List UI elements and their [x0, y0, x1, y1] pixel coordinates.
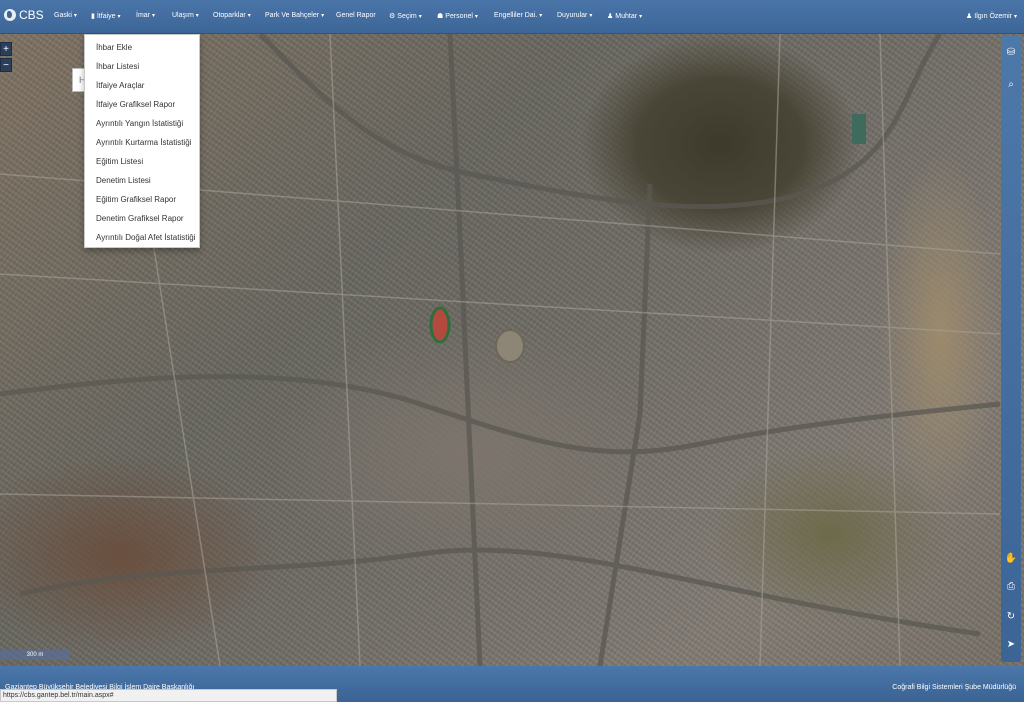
brand-label: CBS [19, 8, 44, 22]
caret-down-icon: ▾ [152, 13, 156, 19]
top-navbar: CBS Gaski ▾ ▮ İtfaiye ▾ İmar ▾ Ulaşım ▾ Otop… [0, 0, 1024, 34]
gear-icon: ⚙ [389, 13, 396, 20]
menu-item[interactable]: Ayrıntılı Kurtarma İstatistiği [96, 138, 191, 147]
menu-item[interactable]: Denetim Listesi [96, 176, 151, 185]
caret-down-icon: ▾ [1014, 13, 1018, 20]
nav-gaski[interactable]: Gaski ▾ [54, 12, 77, 19]
nav-genel-rapor[interactable]: Genel Rapor [336, 12, 376, 19]
caret-down-icon: ▾ [639, 13, 643, 20]
caret-down-icon: ▾ [117, 13, 121, 20]
menu-item[interactable]: İtfaiye Grafiksel Rapor [96, 100, 175, 109]
nav-engelliler[interactable]: Engelliler Dai. ▾ [494, 12, 542, 19]
zoom-in-button[interactable]: + [0, 42, 12, 56]
caret-down-icon: ▾ [539, 13, 543, 19]
caret-down-icon: ▾ [247, 13, 251, 19]
brand[interactable]: CBS [4, 8, 44, 22]
layers-icon[interactable]: ⛁ [1001, 44, 1021, 62]
locate-icon[interactable]: ➤ [1001, 636, 1021, 654]
caret-down-icon: ▾ [474, 13, 478, 20]
menu-item[interactable]: Denetim Grafiksel Rapor [96, 214, 184, 223]
menu-item[interactable]: Eğitim Listesi [96, 157, 143, 166]
nav-personel[interactable]: ☗ Personel ▾ [437, 12, 478, 21]
menu-item[interactable]: Ayrıntılı Doğal Afet İstatistiği [96, 233, 195, 242]
nav-duyurular[interactable]: Duyurular ▾ [557, 12, 592, 19]
menu-item[interactable]: İtfaiye Araçlar [96, 81, 144, 90]
nav-park-ve-bahceler[interactable]: Park Ve Bahçeler ▾ [265, 12, 324, 19]
user-name: Ilgın Özemir [974, 12, 1013, 20]
nav-label: Muhtar [615, 12, 638, 20]
user-icon: ♟ [607, 13, 614, 20]
scale-bar: 300 m [0, 650, 70, 660]
nav-label: Seçim [397, 12, 417, 20]
fire-icon: ▮ [91, 13, 95, 20]
nav-otoparklar[interactable]: Otoparklar ▾ [213, 12, 251, 19]
globe-icon [4, 9, 16, 21]
user-icon: ♟ [966, 13, 973, 20]
refresh-icon[interactable]: ↻ [1001, 608, 1021, 626]
nav-label: Otoparklar [213, 12, 246, 19]
menu-item[interactable]: Eğitim Grafiksel Rapor [96, 195, 176, 204]
nav-label: Ulaşım [172, 12, 194, 19]
menu-item[interactable]: Ayrıntılı Yangın İstatistiği [96, 119, 183, 128]
nav-label: Duyurular [557, 12, 588, 19]
nav-label: Genel Rapor [336, 12, 376, 19]
caret-down-icon: ▾ [195, 13, 199, 19]
footer-right-text: Coğrafi Bilgi Sistemleri Şube Müdürlüğü [892, 684, 1016, 691]
nav-muhtar[interactable]: ♟ Muhtar ▾ [607, 12, 643, 21]
menu-item[interactable]: İhbar Listesi [96, 62, 139, 71]
caret-down-icon: ▾ [418, 13, 422, 20]
caret-down-icon: ▾ [73, 13, 77, 19]
user-menu[interactable]: ♟ Ilgın Özemir ▾ [966, 12, 1018, 21]
caret-down-icon: ▾ [321, 13, 325, 19]
map-toolbar: ⛁ ⌕ ✋ ⎙ ↻ ➤ [1001, 36, 1021, 662]
itfaiye-dropdown-menu: İhbar Ekle İhbar Listesi İtfaiye Araçlar… [84, 34, 200, 248]
zoom-out-button[interactable]: − [0, 58, 12, 72]
caret-down-icon: ▾ [589, 13, 593, 19]
nav-label: İtfaiye [96, 12, 116, 20]
nav-label: İmar [136, 12, 150, 19]
status-url-bar: https://cbs.gantep.bel.tr/main.aspx# [0, 689, 337, 702]
nav-label: Engelliler Dai. [494, 12, 538, 19]
menu-item[interactable]: İhbar Ekle [96, 43, 132, 52]
search-icon[interactable]: ⌕ [1001, 76, 1021, 94]
nav-label: Gaski [54, 12, 72, 19]
nav-secim[interactable]: ⚙ Seçim ▾ [389, 12, 422, 21]
hand-icon[interactable]: ✋ [1001, 550, 1021, 568]
nav-label: Personel [445, 12, 473, 20]
nav-itfaiye[interactable]: ▮ İtfaiye ▾ [91, 12, 121, 21]
nav-ulasim[interactable]: Ulaşım ▾ [172, 12, 199, 19]
users-icon: ☗ [437, 13, 444, 20]
nav-imar[interactable]: İmar ▾ [136, 12, 155, 19]
nav-label: Park Ve Bahçeler [265, 12, 320, 19]
print-icon[interactable]: ⎙ [1001, 578, 1021, 596]
